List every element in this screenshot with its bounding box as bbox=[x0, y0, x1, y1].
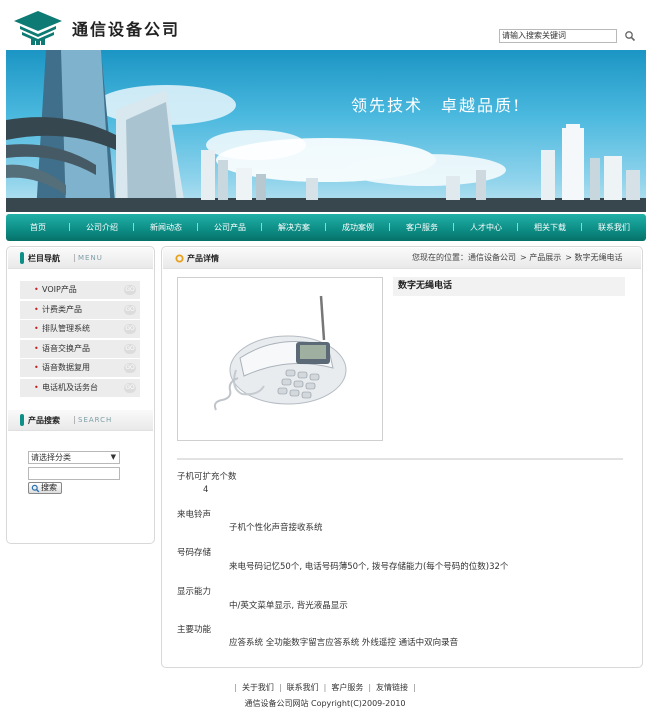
spec-label-storage: 号码存储 bbox=[177, 548, 212, 558]
sidebar-menu-title: 栏目导航 bbox=[28, 254, 60, 263]
spec-value-functions: 应答系统 全功能数字留言应答系统 外线遥控 通话中双向录音 bbox=[229, 638, 459, 648]
sidebar-menu-header: 栏目导航 | MENU bbox=[8, 248, 153, 269]
category-label: 语音数据复用 bbox=[42, 363, 90, 372]
nav-item-news[interactable]: 新闻动态 bbox=[132, 222, 198, 233]
nav-item-about[interactable]: 公司介绍 bbox=[68, 222, 134, 233]
category-item-phones[interactable]: • 电话机及话务台 GO bbox=[20, 378, 140, 397]
breadcrumb-current: > 数字无绳电话 bbox=[565, 253, 623, 262]
footer-divider: | bbox=[323, 683, 327, 692]
company-name: 通信设备公司 bbox=[72, 20, 181, 39]
cordless-phone-image bbox=[213, 295, 347, 411]
main-nav: 首页 公司介绍 新闻动态 公司产品 解决方案 成功案例 客户服务 人才中心 相关… bbox=[6, 214, 646, 241]
footer-link-contact[interactable]: 联系我们 bbox=[287, 683, 319, 692]
sidebar-search-header: 产品搜索 | SEARCH bbox=[8, 410, 153, 431]
spec-label-functions: 主要功能 bbox=[177, 625, 212, 635]
site-search-input[interactable]: 请输入搜索关键词 bbox=[499, 29, 617, 43]
category-item-billing[interactable]: • 计费类产品 GO bbox=[20, 300, 140, 319]
breadcrumb-products[interactable]: > 产品展示 bbox=[520, 253, 561, 262]
product-name: 数字无绳电话 bbox=[393, 277, 625, 296]
sidebar-menu-title-en: MENU bbox=[78, 254, 103, 262]
category-item-voip[interactable]: • VOIP产品 GO bbox=[20, 281, 140, 299]
magnifier-icon[interactable] bbox=[624, 30, 636, 42]
go-icon[interactable]: GO bbox=[124, 285, 136, 295]
footer-link-about[interactable]: 关于我们 bbox=[242, 683, 274, 692]
breadcrumb-home[interactable]: 您现在的位置：通信设备公司 bbox=[412, 253, 516, 262]
circle-bullet-icon bbox=[175, 254, 184, 263]
bullet-icon: • bbox=[34, 343, 39, 353]
product-image bbox=[177, 277, 383, 441]
category-item-multiplex[interactable]: • 语音数据复用 GO bbox=[20, 359, 140, 377]
copyright: 通信设备公司网站 Copyright(C)2009-2010 bbox=[244, 699, 406, 708]
category-label: VOIP产品 bbox=[42, 285, 77, 294]
divider bbox=[177, 458, 623, 460]
bullet-icon: • bbox=[34, 382, 39, 392]
nav-item-cases[interactable]: 成功案例 bbox=[324, 222, 390, 233]
spec-label-display: 显示能力 bbox=[177, 587, 212, 597]
nav-item-products[interactable]: 公司产品 bbox=[196, 222, 262, 233]
footer-divider: | bbox=[234, 683, 237, 692]
magnifier-icon bbox=[31, 484, 40, 493]
spec-value-storage: 来电号码记忆50个, 电话号码薄50个, 拨号存储能力(每个号码的位数)32个 bbox=[229, 562, 509, 572]
page: 通信设备公司 请输入搜索关键词 领先技术 卓越品质! 首页 | 公司介绍 | 新… bbox=[0, 0, 650, 727]
banner: 领先技术 卓越品质! bbox=[6, 50, 646, 212]
header-bar-icon bbox=[20, 252, 24, 264]
spec-label-extensions: 子机可扩充个数 bbox=[177, 472, 237, 482]
go-icon[interactable]: GO bbox=[124, 324, 136, 334]
nav-item-contact[interactable]: 联系我们 bbox=[580, 222, 646, 233]
nav-item-careers[interactable]: 人才中心 bbox=[452, 222, 518, 233]
bullet-icon: • bbox=[34, 363, 39, 372]
breadcrumb: 您现在的位置：通信设备公司 > 产品展示 > 数字无绳电话 bbox=[412, 252, 627, 263]
category-select-value: 请选择分类 bbox=[31, 453, 71, 462]
footer-divider: | bbox=[278, 683, 282, 692]
nav-item-solutions[interactable]: 解决方案 bbox=[260, 222, 326, 233]
category-label: 电话机及话务台 bbox=[42, 382, 98, 392]
search-button[interactable]: 搜索 bbox=[28, 482, 62, 494]
banner-slogan: 领先技术 卓越品质! bbox=[351, 96, 522, 115]
category-label: 排队管理系统 bbox=[42, 324, 90, 333]
category-item-queue[interactable]: • 排队管理系统 GO bbox=[20, 320, 140, 338]
nav-item-downloads[interactable]: 相关下载 bbox=[516, 222, 582, 233]
spec-value-display: 中/英文菜单显示, 背光液晶显示 bbox=[229, 601, 348, 611]
search-button-label: 搜索 bbox=[41, 483, 57, 492]
dropdown-caret-icon: ▼ bbox=[110, 453, 116, 461]
go-icon[interactable]: GO bbox=[124, 363, 136, 373]
category-list: • VOIP产品 GO • 计费类产品 GO • 排队管理系统 GO • 语音交换产品 GO •… bbox=[20, 281, 140, 398]
spec-label-ringtone: 来电铃声 bbox=[177, 510, 212, 520]
sidebar-search-title: 产品搜索 bbox=[28, 416, 60, 425]
header-divider: | bbox=[73, 253, 76, 262]
sidebar-search-title-en: SEARCH bbox=[78, 416, 113, 424]
footer-divider: | bbox=[413, 683, 416, 692]
header-bar-icon bbox=[20, 414, 24, 426]
category-label: 计费类产品 bbox=[42, 304, 82, 314]
nav-item-service[interactable]: 客户服务 bbox=[388, 222, 454, 233]
bullet-icon: • bbox=[34, 324, 39, 333]
category-select[interactable]: 请选择分类 ▼ bbox=[28, 451, 120, 464]
footer-divider: | bbox=[368, 683, 372, 692]
company-logo-icon[interactable] bbox=[12, 10, 64, 46]
spec-value-ringtone: 子机个性化声音接收系统 bbox=[229, 523, 323, 533]
category-label: 语音交换产品 bbox=[42, 343, 90, 353]
spec-value-extensions: 4 bbox=[203, 485, 209, 495]
bullet-icon: • bbox=[34, 285, 39, 294]
footer-links: | 关于我们 | 联系我们 | 客户服务 | 友情链接 | bbox=[0, 682, 650, 693]
footer-link-service[interactable]: 客户服务 bbox=[331, 683, 363, 692]
footer-link-friends[interactable]: 友情链接 bbox=[376, 683, 408, 692]
header-divider: | bbox=[73, 415, 76, 424]
bullet-icon: • bbox=[34, 304, 39, 314]
go-icon[interactable]: GO bbox=[124, 343, 136, 354]
go-icon[interactable]: GO bbox=[124, 304, 136, 315]
product-detail-title: 产品详情 bbox=[187, 254, 219, 263]
go-icon[interactable]: GO bbox=[124, 382, 136, 393]
keyword-input[interactable] bbox=[28, 467, 120, 480]
nav-item-home[interactable]: 首页 bbox=[6, 222, 70, 233]
city-skyline-image bbox=[6, 50, 646, 212]
category-item-voice-switch[interactable]: • 语音交换产品 GO bbox=[20, 339, 140, 358]
